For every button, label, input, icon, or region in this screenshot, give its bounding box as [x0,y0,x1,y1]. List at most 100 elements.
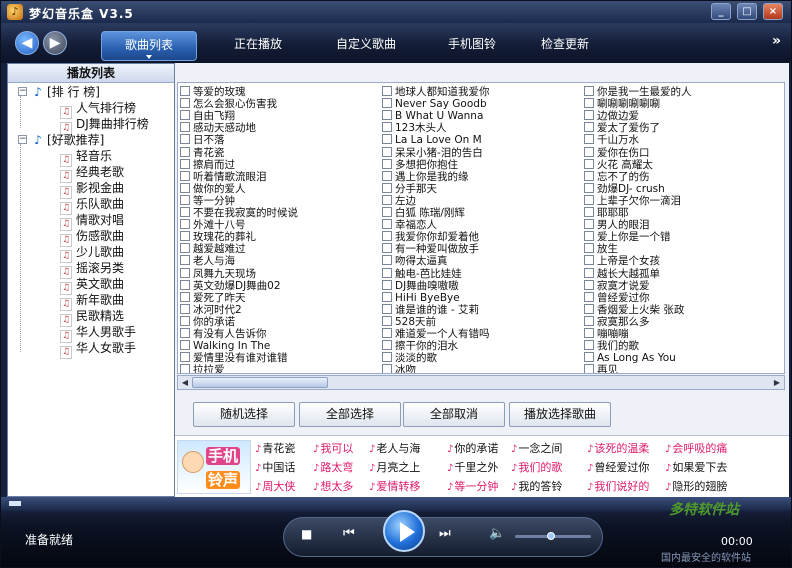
ringtone-link[interactable]: ♪你的承诺 [447,441,498,457]
song-checkbox[interactable] [584,303,594,314]
song-checkbox[interactable] [382,291,392,302]
ringtone-link[interactable]: ♪青花瓷 [255,441,295,457]
volume-knob[interactable] [547,532,555,540]
ringtone-link[interactable]: ♪爱情转移 [369,479,420,495]
song-checkbox[interactable] [180,170,190,181]
ringtone-link[interactable]: ♪路太弯 [313,460,353,476]
song-item[interactable]: 等一分钟 [180,194,378,207]
song-item[interactable]: 青花瓷 [180,146,378,159]
song-checkbox[interactable] [584,86,594,96]
tab-check-update[interactable]: 检查更新 [529,31,601,61]
song-checkbox[interactable] [584,98,594,109]
song-checkbox[interactable] [584,110,594,121]
playlist-item[interactable]: ♫ 少儿歌曲 [60,244,124,263]
song-item[interactable]: 我爱你你却爱着他 [382,231,580,243]
song-item[interactable]: La La Love On M [382,134,580,146]
play-selected-button[interactable]: 播放选择歌曲 [509,402,611,427]
minimize-button[interactable]: _ [711,3,731,20]
song-item[interactable]: 拉拉爱 [180,364,378,373]
song-checkbox[interactable] [584,231,594,242]
song-item[interactable]: 爱死了昨天 [180,291,378,304]
song-item[interactable]: 耶耶耶 [584,207,782,219]
song-checkbox[interactable] [584,255,594,266]
song-item[interactable]: 分手那天 [382,182,580,195]
song-item[interactable]: 触电-芭比娃娃 [382,267,580,280]
song-item[interactable]: 爱情里没有谁对谁错 [180,352,378,364]
song-checkbox[interactable] [382,219,392,230]
song-item[interactable]: 曾经爱过你 [584,291,782,304]
song-item[interactable]: 做你的爱人 [180,182,378,195]
title-bar[interactable]: ♪ 梦幻音乐盒 V3.5 _ □ × [1,1,791,23]
song-checkbox[interactable] [382,98,392,109]
song-checkbox[interactable] [584,328,594,338]
song-checkbox[interactable] [180,231,190,242]
song-item[interactable]: 谁是谁的谁 - 艾莉 [382,303,580,316]
song-item[interactable]: 英文劲爆DJ舞曲02 [180,279,378,292]
song-checkbox[interactable] [180,291,190,302]
song-item[interactable]: 遇上你是我的缘 [382,170,580,183]
scroll-left-icon[interactable]: ◀ [179,377,191,388]
ringtone-link[interactable]: ♪会呼吸的痛 [665,441,727,457]
song-checkbox[interactable] [382,303,392,314]
song-item[interactable]: 528天前 [382,315,580,328]
song-checkbox[interactable] [382,158,392,169]
song-checkbox[interactable] [584,219,594,230]
song-item[interactable]: 擦干你的泪水 [382,340,580,352]
mini-mode-icon[interactable] [9,501,21,506]
tree-group[interactable]: − ♪ [排 行 榜] [16,84,100,100]
song-item[interactable]: 爱你在伤口 [584,146,782,159]
playlist-item[interactable]: ♫ 人气排行榜 [60,100,136,119]
song-checkbox[interactable] [584,315,594,326]
playlist-item[interactable]: ♫ 华人女歌手 [60,340,136,359]
playlist-item[interactable]: ♫ 英文歌曲 [60,276,124,295]
song-item[interactable]: 劲爆DJ- crush [584,182,782,195]
playlist-item[interactable]: ♫ DJ舞曲排行榜 [60,116,149,135]
tab-ringtones[interactable]: 手机图铃 [433,31,511,61]
deselect-all-button[interactable]: 全部取消 [403,402,505,427]
song-item[interactable]: 淡淡的歌 [382,352,580,364]
collapse-icon[interactable]: − [18,87,27,96]
ringtone-link[interactable]: ♪我的答铃 [511,479,562,495]
song-checkbox[interactable] [180,279,190,290]
song-checkbox[interactable] [584,207,594,217]
song-checkbox[interactable] [584,352,594,363]
forward-arrow-icon[interactable]: ▶ [43,31,67,55]
song-checkbox[interactable] [180,134,190,145]
ringtone-link[interactable]: ♪我们的歌 [511,460,562,476]
song-checkbox[interactable] [382,110,392,121]
song-checkbox[interactable] [180,255,190,266]
song-item[interactable]: Never Say Goodb [382,98,580,110]
song-item[interactable]: 玫瑰花的葬礼 [180,231,378,243]
song-item[interactable]: 再见 [584,364,782,373]
stop-icon[interactable]: ■ [301,527,312,541]
back-arrow-icon[interactable]: ◀ [15,31,39,55]
tab-song-list[interactable]: 歌曲列表 [101,31,197,61]
song-item[interactable]: 爱上你是一个错 [584,231,782,243]
song-item[interactable]: 多想把你抱住 [382,158,580,171]
scrollbar-thumb[interactable] [192,377,328,388]
song-checkbox[interactable] [382,352,392,363]
song-item[interactable]: 放生 [584,243,782,255]
tab-custom-songs[interactable]: 自定义歌曲 [323,31,409,61]
song-checkbox[interactable] [180,340,190,351]
song-checkbox[interactable] [180,364,190,373]
song-item[interactable]: 冰河时代2 [180,303,378,316]
random-select-button[interactable]: 随机选择 [193,402,295,427]
song-checkbox[interactable] [382,194,392,205]
song-checkbox[interactable] [180,267,190,278]
song-item[interactable]: 呆呆小猪-泪的告白 [382,146,580,159]
more-tabs-icon[interactable]: » [772,33,781,49]
song-checkbox[interactable] [382,170,392,181]
song-item[interactable]: 香烟爱上火柴 张政 [584,303,782,316]
song-checkbox[interactable] [584,182,594,193]
scroll-right-icon[interactable]: ▶ [771,377,783,388]
song-checkbox[interactable] [180,182,190,193]
song-item[interactable]: HiHi ByeBye [382,291,580,304]
horizontal-scrollbar[interactable]: ◀ ▶ [177,375,785,390]
ringtone-link[interactable]: ♪老人与海 [369,441,420,457]
song-item[interactable]: 自由飞翔 [180,110,378,122]
song-checkbox[interactable] [382,364,392,373]
playlist-item[interactable]: ♫ 经典老歌 [60,164,124,183]
song-checkbox[interactable] [382,243,392,254]
song-item[interactable]: 听着情歌流眼泪 [180,170,378,183]
